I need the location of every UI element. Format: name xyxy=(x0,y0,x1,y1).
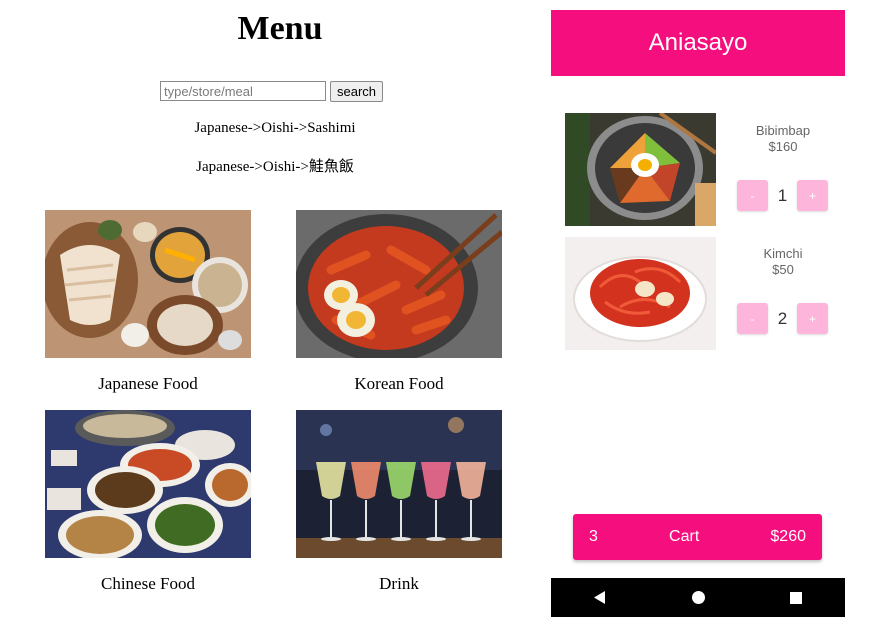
cart-total: $260 xyxy=(770,528,806,545)
category-label: Chinese Food xyxy=(101,574,195,593)
cart-count: 3 xyxy=(589,528,598,545)
search-bar: search xyxy=(160,81,384,102)
category-label: Korean Food xyxy=(354,374,444,393)
cart-button[interactable]: 3 Cart $260 xyxy=(573,514,822,560)
category-card-drink[interactable]: Drink xyxy=(296,410,502,594)
category-card-korean[interactable]: Korean Food xyxy=(296,210,502,394)
japanese-food-image xyxy=(45,210,251,358)
home-icon[interactable] xyxy=(691,591,705,605)
quantity-stepper: - 1 + xyxy=(737,180,828,211)
page-title: Menu xyxy=(237,10,323,47)
quantity-stepper: - 2 + xyxy=(737,303,828,334)
bibimbap-image xyxy=(565,113,716,226)
kimchi-image xyxy=(565,237,716,350)
item-name: Bibimbap xyxy=(755,123,811,138)
increment-button[interactable]: + xyxy=(797,180,828,211)
category-card-japanese[interactable]: Japanese Food xyxy=(45,210,251,394)
history-link[interactable]: Japanese->Oishi->Sashimi xyxy=(0,120,550,137)
category-label: Drink xyxy=(379,574,419,593)
decrement-button[interactable]: - xyxy=(737,303,768,334)
back-icon[interactable] xyxy=(593,591,607,605)
category-label: Japanese Food xyxy=(98,374,198,393)
recents-icon[interactable] xyxy=(789,591,803,605)
item-price: $50 xyxy=(772,262,794,277)
app-title: Aniasayo xyxy=(648,29,748,56)
search-button[interactable]: search xyxy=(330,81,384,102)
system-nav-bar xyxy=(551,578,845,617)
chinese-food-image xyxy=(45,410,251,558)
item-price: $160 xyxy=(768,139,798,154)
quantity-value: 2 xyxy=(777,308,788,328)
cart-label: Cart xyxy=(669,528,700,545)
category-card-chinese[interactable]: Chinese Food xyxy=(45,410,251,594)
korean-food-image xyxy=(296,210,502,358)
history-link[interactable]: Japanese->Oishi->鮭魚飯 xyxy=(0,155,550,176)
decrement-button[interactable]: - xyxy=(737,180,768,211)
increment-button[interactable]: + xyxy=(797,303,828,334)
drink-image xyxy=(296,410,502,558)
quantity-value: 1 xyxy=(777,185,788,205)
search-input[interactable] xyxy=(160,81,326,101)
app-bar: Aniasayo xyxy=(551,10,845,76)
item-name: Kimchi xyxy=(763,246,803,261)
